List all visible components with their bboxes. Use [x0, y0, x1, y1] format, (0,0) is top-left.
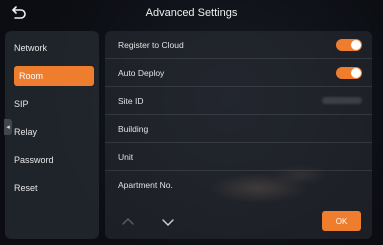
- sidebar-item-network[interactable]: Network: [5, 34, 99, 62]
- back-arrow-icon[interactable]: [10, 4, 28, 22]
- sidebar-item-room[interactable]: Room: [14, 66, 94, 86]
- register-cloud-toggle[interactable]: [336, 38, 362, 51]
- setting-label: Register to Cloud: [118, 39, 184, 50]
- setting-label: Apartment No.: [118, 180, 173, 190]
- setting-label: Site ID: [118, 95, 144, 106]
- toggle-knob: [351, 39, 361, 50]
- sidebar-collapse-handle[interactable]: ◂: [4, 119, 12, 135]
- setting-label: Unit: [118, 151, 134, 162]
- sidebar: Network Room SIP Relay Password Reset: [5, 31, 99, 239]
- setting-row-auto-deploy: Auto Deploy: [105, 59, 372, 87]
- chevron-left-icon: ◂: [6, 124, 10, 131]
- setting-label: Building: [118, 123, 149, 134]
- panel-footer: OK: [105, 203, 372, 239]
- ok-button[interactable]: OK: [322, 211, 361, 231]
- setting-row-register-cloud: Register to Cloud: [105, 31, 372, 59]
- chevron-down-icon[interactable]: [161, 215, 175, 229]
- settings-panel: Register to Cloud Auto Deploy Site ID Bu…: [105, 31, 372, 239]
- sidebar-item-relay[interactable]: Relay: [5, 118, 99, 146]
- sidebar-item-sip[interactable]: SIP: [5, 90, 99, 118]
- sidebar-item-reset[interactable]: Reset: [5, 174, 99, 202]
- setting-row-apartment-no[interactable]: Apartment No.: [105, 171, 372, 199]
- toggle-knob: [351, 67, 361, 78]
- top-bar: Advanced Settings: [0, 0, 383, 26]
- setting-label: Auto Deploy: [118, 67, 165, 78]
- sidebar-item-password[interactable]: Password: [5, 146, 99, 174]
- chevron-up-icon[interactable]: [121, 215, 135, 229]
- site-id-value-field[interactable]: [322, 97, 362, 104]
- setting-row-site-id[interactable]: Site ID: [105, 87, 372, 115]
- setting-row-unit[interactable]: Unit: [105, 143, 372, 171]
- auto-deploy-toggle[interactable]: [336, 66, 362, 79]
- page-title: Advanced Settings: [145, 7, 238, 19]
- setting-row-building[interactable]: Building: [105, 115, 372, 143]
